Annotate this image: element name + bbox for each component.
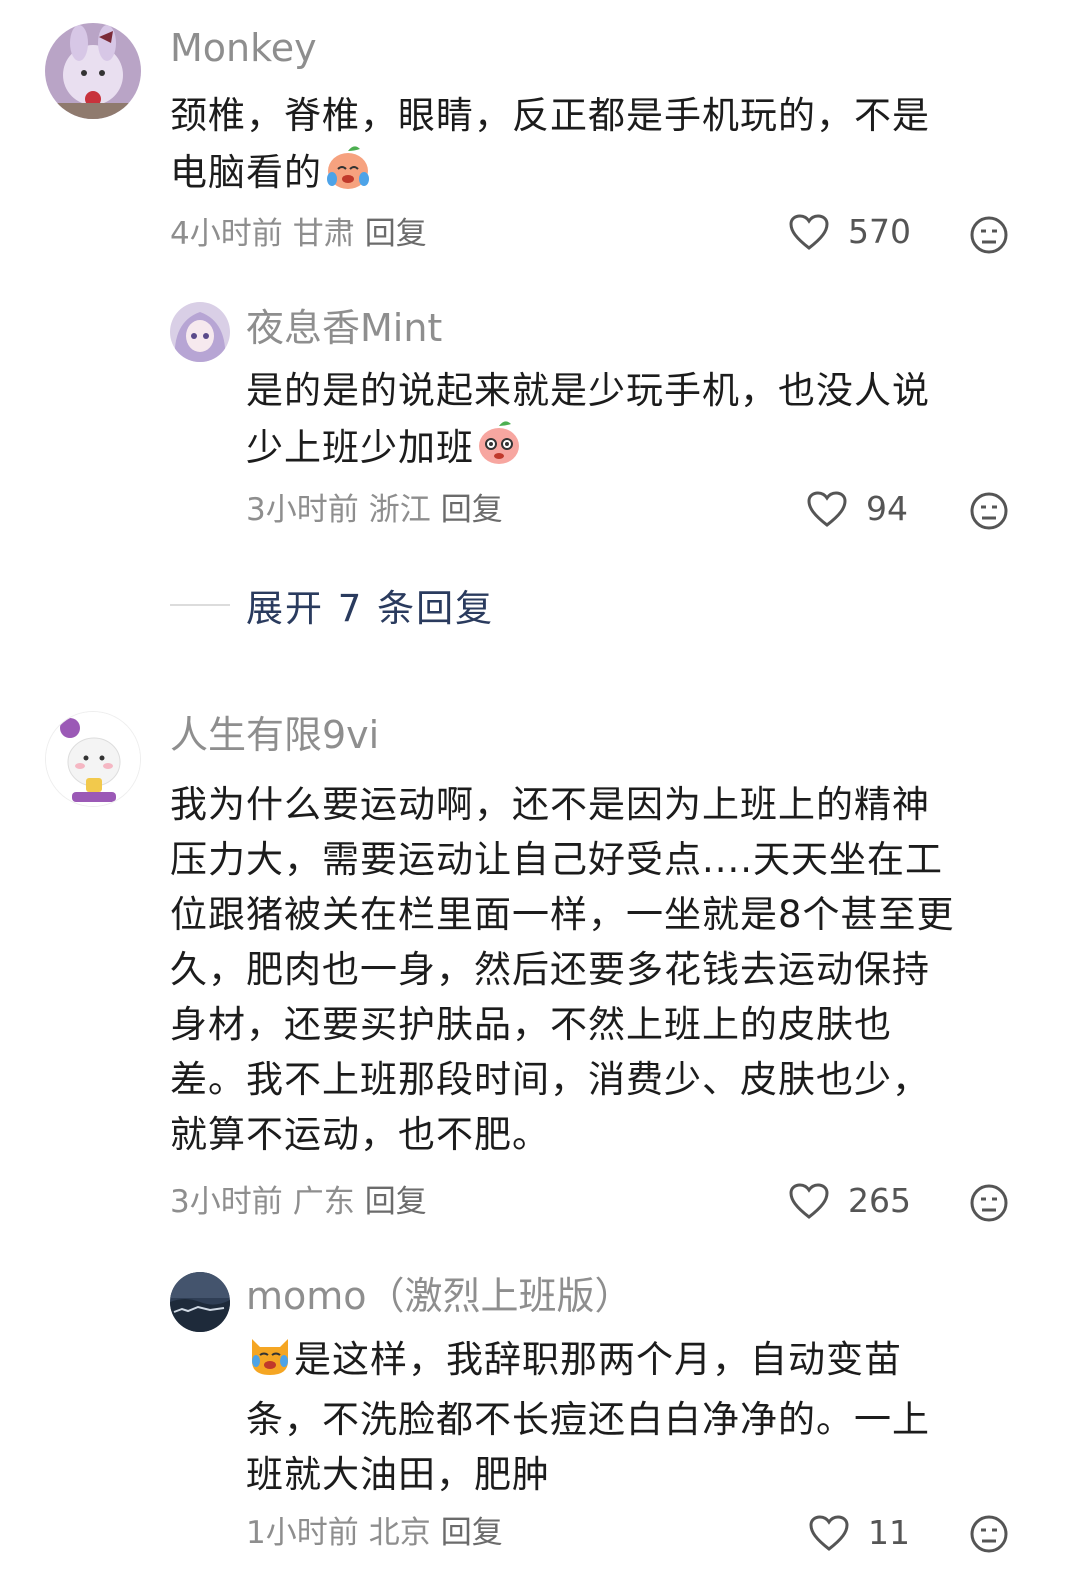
dislike-button[interactable] — [969, 215, 1009, 259]
reply-button[interactable]: 回复 — [441, 1515, 503, 1551]
comment-text-fragment: 电脑看的 — [170, 151, 322, 194]
comment-time: 3小时前 — [246, 492, 359, 528]
like-button[interactable]: 570 — [788, 212, 911, 251]
avatar[interactable] — [170, 302, 230, 362]
dislike-button[interactable] — [969, 1183, 1009, 1227]
comment-text-fragment: 是这样，我辞职那两个月，自动变苗 — [294, 1338, 902, 1381]
comment-meta: 3小时前 浙江 回复 — [246, 490, 503, 530]
like-button[interactable]: 94 — [806, 489, 908, 528]
heart-icon — [809, 1514, 849, 1551]
reply-button[interactable]: 回复 — [441, 492, 503, 528]
comment-text-line: 位跟猪被关在栏里面一样，一坐就是8个甚至更 — [170, 893, 955, 936]
like-button[interactable]: 11 — [808, 1513, 910, 1552]
avatar[interactable] — [170, 1272, 230, 1332]
comment-text-line: 久，肥肉也一身，然后还要多花钱去运动保持 — [170, 948, 930, 991]
avatar[interactable] — [45, 711, 141, 807]
comment-location: 甘肃 — [292, 216, 355, 252]
like-button[interactable]: 265 — [788, 1181, 911, 1220]
heart-icon — [789, 213, 829, 250]
dislike-button[interactable] — [969, 1514, 1009, 1558]
comment-text: 是的是的说起来就是少玩手机，也没人说 少上班少加班 — [246, 363, 1046, 481]
comment-text-line: 是的是的说起来就是少玩手机，也没人说 — [246, 369, 930, 412]
avatar-anime-girl-image — [170, 302, 230, 362]
comment-meta: 1小时前 北京 回复 — [246, 1513, 503, 1553]
comment-text-fragment: 少上班少加班 — [246, 426, 474, 469]
avatar-bunny-image — [45, 23, 141, 119]
comment-text-line: 我为什么要运动啊，还不是因为上班上的精神 — [170, 783, 930, 826]
crying-peach-emoji-icon — [322, 143, 374, 206]
avatar-landscape-image — [170, 1272, 230, 1332]
comment-text-line: 差。我不上班那段时间，消费少、皮肤也少， — [170, 1058, 930, 1101]
comment-text-line: 颈椎，脊椎，眼睛，反正都是手机玩的，不是 — [170, 94, 930, 137]
like-count: 265 — [848, 1181, 911, 1220]
avatar-bear-image — [46, 712, 140, 806]
comment-location: 广东 — [292, 1184, 355, 1220]
comment-author[interactable]: Monkey — [170, 25, 317, 71]
comment-time: 3小时前 — [170, 1184, 283, 1220]
comment-text-line: 少上班少加班 — [246, 418, 1046, 481]
comment-text: 是这样，我辞职那两个月，自动变苗 条，不洗脸都不长痘还白白净净的。一上 班就大油… — [246, 1331, 1056, 1502]
comment-author[interactable]: 夜息香Mint — [246, 305, 442, 351]
comment-text-line: 就算不运动，也不肥。 — [170, 1113, 550, 1156]
divider — [170, 604, 230, 606]
avatar[interactable] — [45, 23, 141, 119]
heart-icon — [807, 490, 847, 527]
comment-text-line: 电脑看的 — [170, 143, 1040, 206]
comment-text-line: 身材，还要买护肤品，不然上班上的皮肤也 — [170, 1003, 892, 1046]
comment-text: 颈椎，脊椎，眼睛，反正都是手机玩的，不是 电脑看的 — [170, 88, 1040, 206]
unamused-face-icon — [970, 1515, 1008, 1553]
pleading-peach-emoji-icon — [474, 418, 524, 481]
like-count: 11 — [868, 1513, 910, 1552]
comment-author[interactable]: momo（激烈上班版） — [246, 1273, 633, 1319]
comment-meta: 3小时前 广东 回复 — [170, 1182, 427, 1222]
comment-meta: 4小时前 甘肃 回复 — [170, 214, 427, 254]
like-count: 94 — [866, 489, 908, 528]
crying-cat-emoji-icon — [246, 1331, 294, 1392]
heart-icon — [789, 1182, 829, 1219]
unamused-face-icon — [970, 216, 1008, 254]
comment-author[interactable]: 人生有限9vi — [170, 712, 379, 758]
comment-text-line: 压力大，需要运动让自己好受点....天天坐在工 — [170, 838, 944, 881]
comment-text: 我为什么要运动啊，还不是因为上班上的精神 压力大，需要运动让自己好受点....天… — [170, 777, 1050, 1162]
reply-button[interactable]: 回复 — [365, 1184, 427, 1220]
expand-replies-button[interactable]: 展开 7 条回复 — [170, 578, 494, 632]
unamused-face-icon — [970, 492, 1008, 530]
comment-text-line: 是这样，我辞职那两个月，自动变苗 — [246, 1331, 1056, 1392]
comment-text-line: 班就大油田，肥肿 — [246, 1453, 550, 1496]
unamused-face-icon — [970, 1184, 1008, 1222]
comment-location: 北京 — [368, 1515, 431, 1551]
reply-button[interactable]: 回复 — [365, 216, 427, 252]
comment-location: 浙江 — [368, 492, 431, 528]
dislike-button[interactable] — [969, 491, 1009, 535]
expand-replies-label: 展开 7 条回复 — [246, 587, 495, 630]
comment-time: 4小时前 — [170, 216, 283, 252]
comment-text-line: 条，不洗脸都不长痘还白白净净的。一上 — [246, 1398, 930, 1441]
comment-time: 1小时前 — [246, 1515, 359, 1551]
like-count: 570 — [848, 212, 911, 251]
